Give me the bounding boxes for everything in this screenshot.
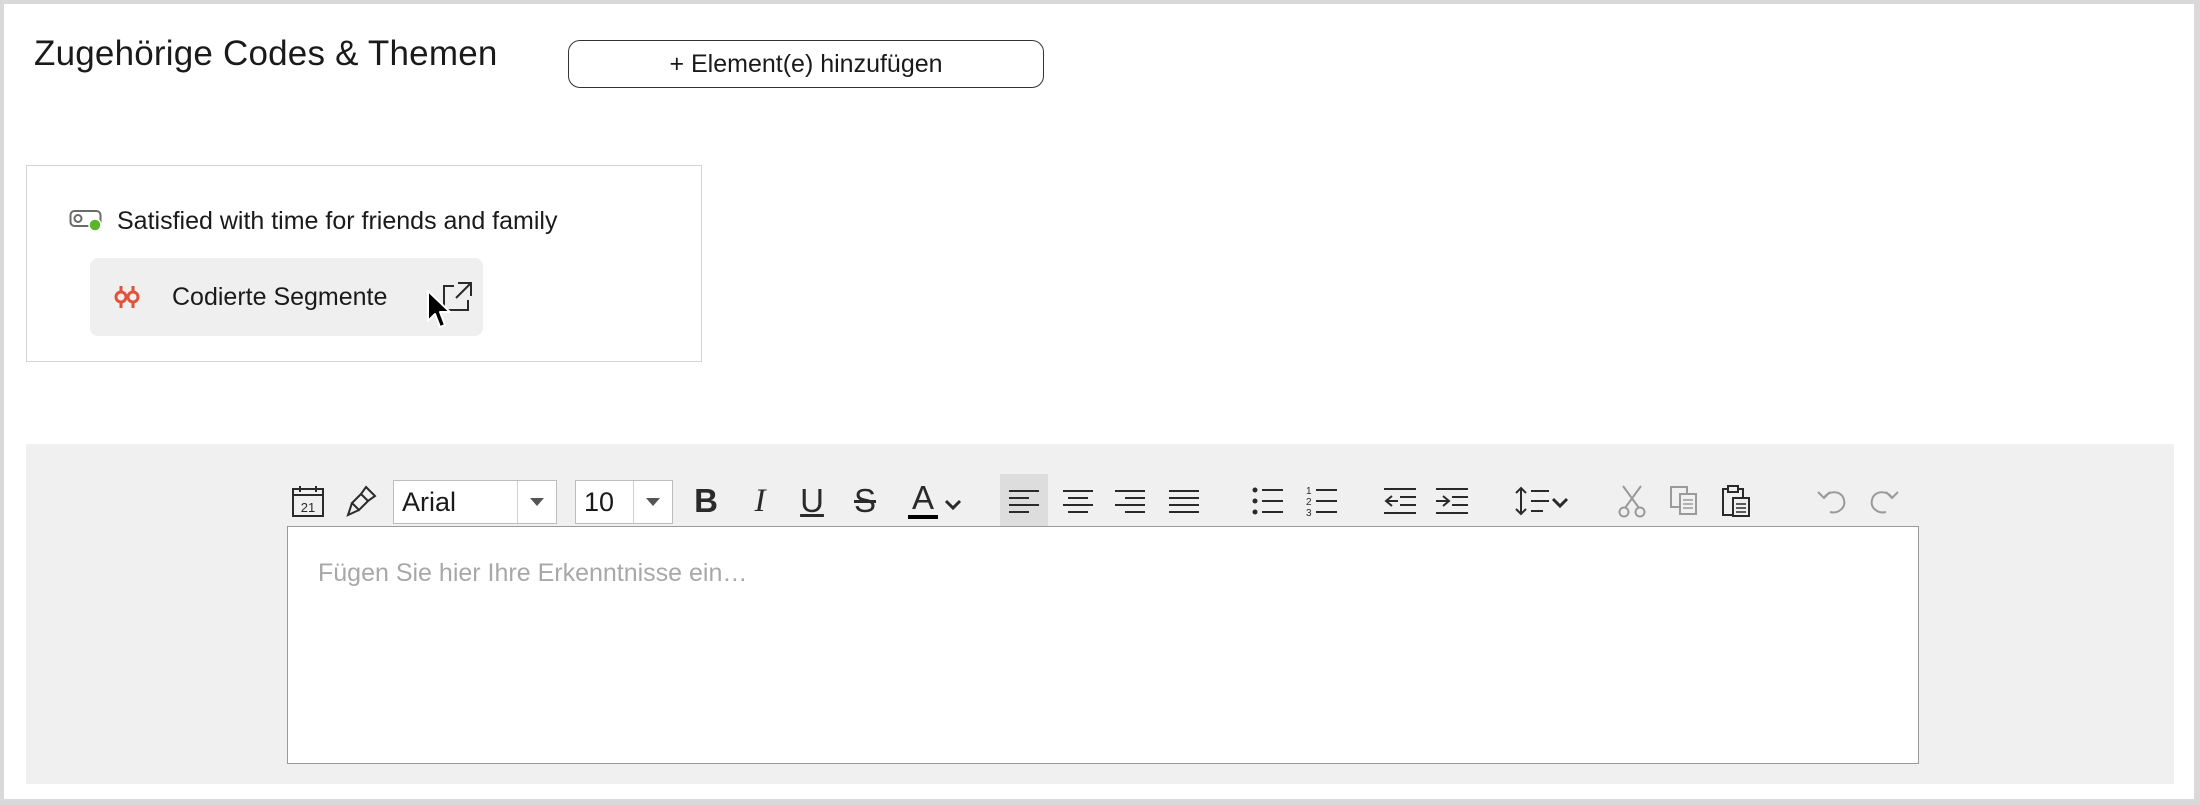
align-right-button[interactable] bbox=[1108, 474, 1152, 528]
svg-text:1: 1 bbox=[1306, 486, 1312, 497]
chevron-down-icon bbox=[944, 499, 962, 511]
redo-button[interactable] bbox=[1862, 474, 1906, 528]
panel-frame: Zugehörige Codes & Themen + Element(e) h… bbox=[4, 4, 2194, 799]
mouse-cursor-icon bbox=[426, 289, 454, 336]
align-justify-icon bbox=[1169, 490, 1199, 513]
copy-button[interactable] bbox=[1662, 474, 1706, 528]
clipboard-icon bbox=[1722, 485, 1750, 517]
font-family-value: Arial bbox=[402, 486, 457, 517]
indent-button[interactable] bbox=[1430, 474, 1474, 528]
strikethrough-icon: S bbox=[853, 482, 876, 519]
svg-text:2: 2 bbox=[1306, 497, 1312, 508]
scissors-icon bbox=[1618, 485, 1646, 518]
outdent-button[interactable] bbox=[1378, 474, 1422, 528]
code-name: Satisfied with time for friends and fami… bbox=[117, 207, 558, 235]
align-right-icon bbox=[1115, 490, 1145, 513]
redo-icon bbox=[1870, 491, 1899, 514]
line-spacing-button[interactable] bbox=[1510, 474, 1576, 528]
chevron-down-icon bbox=[517, 481, 556, 523]
cut-button[interactable] bbox=[1610, 474, 1654, 528]
copy-icon bbox=[1670, 486, 1697, 515]
chevron-down-icon bbox=[633, 481, 672, 523]
calendar-icon: 21 bbox=[292, 486, 324, 517]
bullet-list-icon bbox=[1252, 487, 1283, 515]
paintbrush-icon bbox=[346, 485, 377, 517]
coded-segments-link[interactable]: Codierte Segmente bbox=[90, 258, 483, 336]
bold-button[interactable]: B bbox=[686, 474, 726, 528]
font-color-button[interactable]: A bbox=[900, 474, 970, 528]
italic-button[interactable]: I bbox=[740, 474, 780, 528]
add-elements-button[interactable]: + Element(e) hinzufügen bbox=[568, 40, 1044, 88]
svg-text:3: 3 bbox=[1306, 508, 1312, 517]
bold-icon: B bbox=[694, 482, 718, 519]
formatting-toolbar: 21 Arial 10 B I U S A 1 2 3 bbox=[26, 474, 2174, 530]
bullet-list-button[interactable] bbox=[1246, 474, 1290, 528]
svg-text:21: 21 bbox=[301, 500, 315, 515]
insert-date-button[interactable]: 21 bbox=[288, 474, 328, 528]
strikethrough-button[interactable]: S bbox=[845, 474, 885, 528]
notes-text-area[interactable]: Fügen Sie hier Ihre Erkenntnisse ein… bbox=[287, 526, 1919, 764]
italic-icon: I bbox=[754, 482, 766, 519]
font-color-swatch bbox=[908, 515, 938, 519]
code-row[interactable]: Satisfied with time for friends and fami… bbox=[69, 206, 557, 237]
numbered-list-button[interactable]: 1 2 3 bbox=[1300, 474, 1344, 528]
indent-icon bbox=[1436, 488, 1468, 514]
underline-icon: U bbox=[800, 482, 824, 519]
undo-button[interactable] bbox=[1810, 474, 1854, 528]
font-color-icon: A bbox=[911, 479, 934, 516]
font-size-select[interactable]: 10 bbox=[575, 480, 673, 524]
align-left-icon bbox=[1009, 490, 1039, 513]
paste-button[interactable] bbox=[1714, 474, 1758, 528]
align-center-icon bbox=[1063, 490, 1093, 513]
underline-button[interactable]: U bbox=[792, 474, 832, 528]
font-family-select[interactable]: Arial bbox=[393, 480, 557, 524]
editor-placeholder: Fügen Sie hier Ihre Erkenntnisse ein… bbox=[318, 559, 748, 587]
related-code-card: Satisfied with time for friends and fami… bbox=[26, 165, 702, 362]
font-size-value: 10 bbox=[584, 486, 615, 517]
code-toggle-icon bbox=[69, 206, 103, 237]
notes-editor-panel: 21 Arial 10 B I U S A 1 2 3 Fügen Sie hi… bbox=[26, 444, 2174, 784]
undo-icon bbox=[1817, 491, 1846, 514]
outdent-icon bbox=[1384, 488, 1416, 514]
coded-segments-label: Codierte Segmente bbox=[172, 282, 388, 311]
align-center-button[interactable] bbox=[1056, 474, 1100, 528]
numbered-list-icon: 1 2 3 bbox=[1306, 486, 1337, 517]
align-left-button[interactable] bbox=[1000, 474, 1048, 528]
line-spacing-icon bbox=[1515, 486, 1569, 516]
align-justify-button[interactable] bbox=[1162, 474, 1206, 528]
format-painter-button[interactable] bbox=[342, 474, 382, 528]
coded-segments-icon bbox=[112, 281, 142, 313]
section-title: Zugehörige Codes & Themen bbox=[34, 34, 498, 73]
